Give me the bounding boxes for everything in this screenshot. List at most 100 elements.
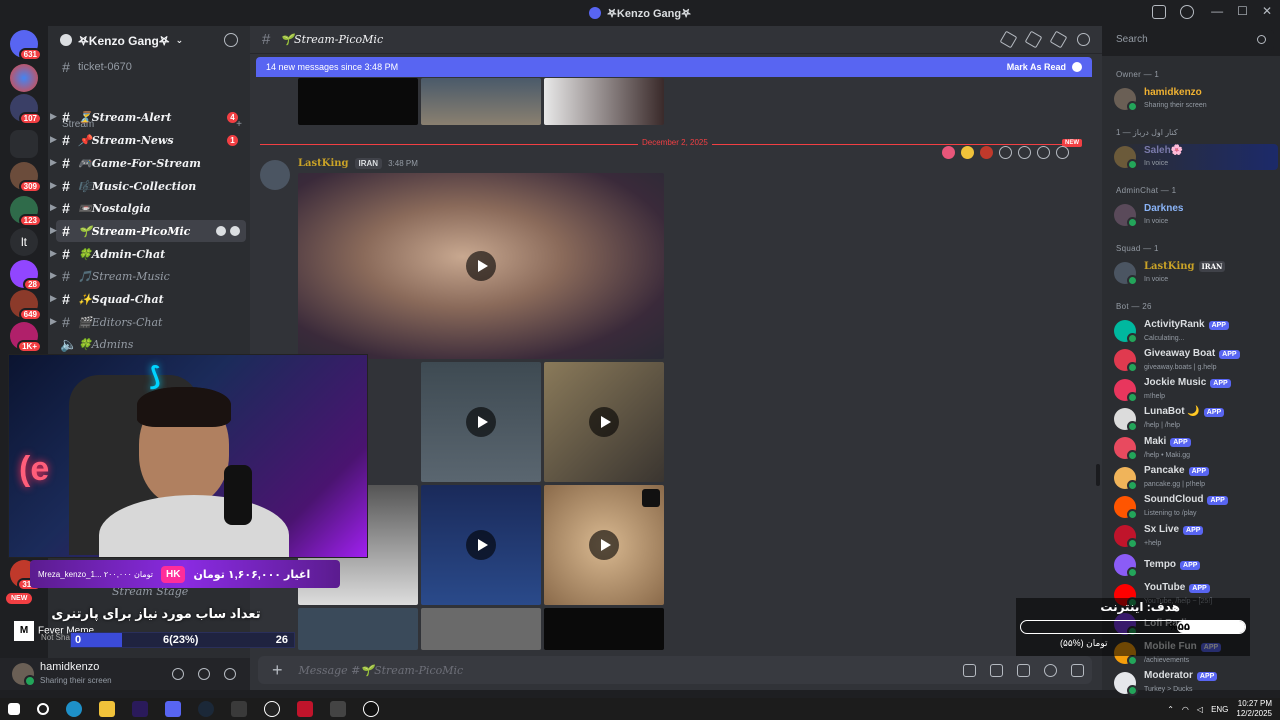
member-item[interactable]: Darknes In voice: [1114, 202, 1278, 228]
member-item-bot[interactable]: Moderator APP Turkey > Ducks: [1114, 670, 1278, 696]
play-icon[interactable]: [466, 407, 496, 437]
member-item-bot[interactable]: Jockie Music APP m!help: [1114, 377, 1278, 403]
folder-icon[interactable]: [10, 130, 38, 158]
wifi-icon[interactable]: ◠: [1182, 705, 1189, 714]
scrollbar[interactable]: [1096, 464, 1100, 486]
member-item-bot[interactable]: SoundCloud APP Listening to /play: [1114, 494, 1278, 520]
video-attachment[interactable]: [544, 362, 664, 482]
member-item-bot[interactable]: Giveaway Boat APP giveaway.boats | g.help: [1114, 347, 1278, 374]
server-icon[interactable]: 107: [10, 94, 42, 125]
gift-icon[interactable]: [963, 663, 976, 677]
play-icon[interactable]: [466, 251, 496, 281]
sticker-icon[interactable]: [1017, 663, 1030, 677]
server-icon[interactable]: 309: [10, 162, 42, 193]
clock[interactable]: 10:27 PM 12/2/2025: [1236, 699, 1272, 719]
pin-icon[interactable]: [1049, 30, 1068, 49]
volume-icon[interactable]: ◁: [1197, 705, 1203, 714]
add-reaction-icon[interactable]: [999, 146, 1012, 159]
channel-squad-chat[interactable]: ▶ # ✨Squad-Chat: [50, 288, 246, 310]
avatar[interactable]: [12, 663, 36, 687]
play-icon[interactable]: [589, 407, 619, 437]
channel-nostalgia[interactable]: ▶ # 📼Nostalgia: [50, 197, 246, 219]
channel-admins[interactable]: 🔈 🍀Admins: [56, 333, 246, 355]
language-indicator[interactable]: ENG: [1211, 705, 1228, 714]
video-attachment[interactable]: [544, 485, 664, 605]
avatar[interactable]: [260, 160, 290, 190]
gif-icon[interactable]: [990, 663, 1003, 677]
emoji-icon[interactable]: [1044, 663, 1057, 677]
video-attachment[interactable]: [298, 608, 418, 650]
close-button[interactable]: ✕: [1262, 4, 1272, 18]
video-thumbnail[interactable]: [544, 78, 664, 125]
channel-music-collection[interactable]: ▶ # 🎼Music-Collection: [50, 175, 246, 197]
member-item[interactable]: LastKing IRAN In voice: [1114, 260, 1278, 286]
member-item-bot[interactable]: Tempo APP: [1114, 552, 1278, 579]
video-thumbnail[interactable]: [421, 78, 541, 125]
reaction-icon[interactable]: [942, 146, 955, 159]
reaction-icon[interactable]: [980, 146, 993, 159]
windows-start-icon[interactable]: [8, 703, 20, 715]
member-item-bot[interactable]: LunaBot 🌙 APP/help | /help: [1114, 406, 1278, 432]
channel-stream-music[interactable]: ▶ # 🎵Stream-Music: [50, 265, 246, 287]
forward-icon[interactable]: [1037, 146, 1050, 159]
home-icon[interactable]: 631: [10, 30, 42, 61]
video-attachment[interactable]: [421, 485, 541, 605]
server-icon[interactable]: 1K+: [10, 322, 42, 353]
gear-icon[interactable]: [224, 668, 236, 680]
file-explorer-icon[interactable]: [99, 701, 115, 717]
video-thumbnail[interactable]: [298, 78, 418, 125]
gear-icon[interactable]: [230, 226, 240, 236]
apps-icon[interactable]: [1071, 663, 1084, 677]
channel-stream-picomic[interactable]: ▶ # 🌱Stream-PicoMic: [50, 220, 246, 242]
channel-admin-chat[interactable]: ▶ # 🍀Admin-Chat: [50, 243, 246, 265]
member-item-bot[interactable]: Pancake APP pancake.gg | p!help: [1114, 465, 1278, 491]
guild-header[interactable]: 𖤐Kenzo Gang𖤐 ⌄: [48, 26, 250, 54]
server-icon-lt[interactable]: lt: [10, 228, 38, 256]
tray-chevron-icon[interactable]: ⌃: [1167, 705, 1174, 714]
server-icon[interactable]: 28: [10, 260, 42, 291]
discord-icon[interactable]: [165, 701, 181, 717]
message-composer[interactable]: + Message #🌱Stream-PicoMic: [258, 656, 1092, 684]
member-item[interactable]: Saleh🌸 In voice: [1114, 144, 1278, 170]
member-item[interactable]: hamidkenzo Sharing their screen: [1114, 86, 1278, 112]
invite-icon[interactable]: [216, 226, 226, 236]
reaction-icon[interactable]: [961, 146, 974, 159]
search-input[interactable]: Search: [1110, 30, 1274, 50]
help-icon[interactable]: [1180, 5, 1194, 19]
search-icon[interactable]: [37, 703, 49, 715]
add-member-icon[interactable]: [224, 33, 238, 47]
channel-editors-chat[interactable]: ▶ # 🎬Editors-Chat: [50, 311, 246, 333]
member-item-bot[interactable]: Maki APP/help • Maki.gg: [1114, 435, 1278, 462]
channel-stream-alert[interactable]: ▶ # ⏳Stream-Alert 4: [50, 106, 246, 128]
server-icon[interactable]: 123: [10, 196, 42, 227]
download-icon[interactable]: [642, 489, 660, 507]
add-attachment-icon[interactable]: +: [272, 660, 283, 681]
video-attachment[interactable]: [544, 608, 664, 650]
unreal-icon[interactable]: [363, 701, 379, 717]
obs-icon[interactable]: [264, 701, 280, 717]
video-attachment[interactable]: [421, 362, 541, 482]
microphone-icon[interactable]: [172, 668, 184, 680]
edge-icon[interactable]: [66, 701, 82, 717]
headphones-icon[interactable]: [198, 668, 210, 680]
server-icon[interactable]: 649: [10, 290, 42, 321]
new-messages-bar[interactable]: 14 new messages since 3:48 PM Mark As Re…: [256, 57, 1092, 77]
video-attachment[interactable]: [421, 608, 541, 650]
members-icon[interactable]: [1077, 33, 1090, 46]
play-icon[interactable]: [589, 530, 619, 560]
maximize-button[interactable]: ☐: [1237, 4, 1248, 18]
steam-icon[interactable]: [198, 701, 214, 717]
mute-icon[interactable]: [1024, 30, 1043, 49]
more-icon[interactable]: [1056, 146, 1069, 159]
message-author[interactable]: LastKing: [298, 158, 349, 169]
premiere-icon[interactable]: [132, 701, 148, 717]
reply-icon[interactable]: [1018, 146, 1031, 159]
message-input[interactable]: Message #🌱Stream-PicoMic: [299, 664, 464, 677]
channel-stream-news[interactable]: ▶ # 📌Stream-News 1: [50, 129, 246, 151]
threads-icon[interactable]: [999, 30, 1018, 49]
server-icon[interactable]: [10, 64, 38, 92]
video-attachment[interactable]: [298, 173, 664, 359]
member-item-bot[interactable]: Sx Live APP +help: [1114, 523, 1278, 550]
play-icon[interactable]: [466, 530, 496, 560]
store-icon[interactable]: [231, 701, 247, 717]
